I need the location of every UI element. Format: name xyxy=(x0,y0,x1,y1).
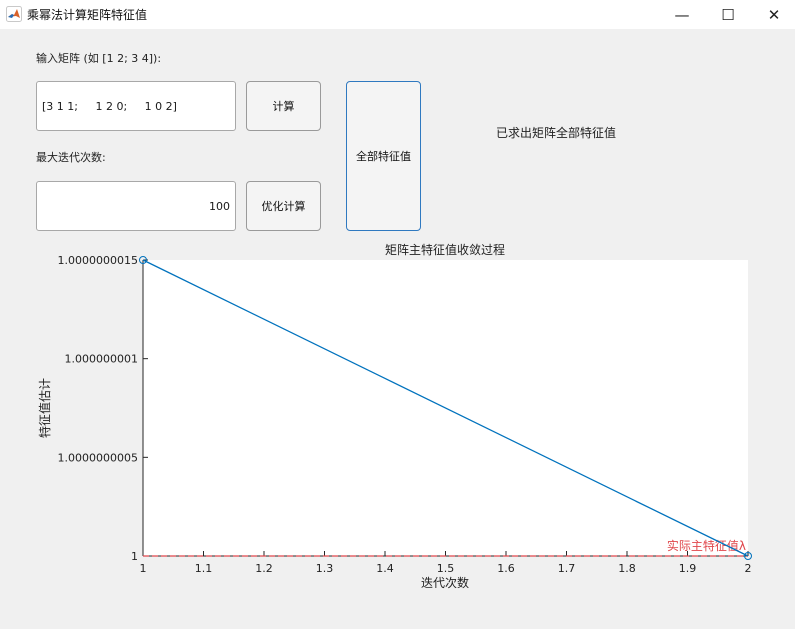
y-tick-label: 1.0000000015 xyxy=(58,254,138,267)
x-tick-label: 1.9 xyxy=(679,562,697,575)
convergence-chart: 矩阵主特征值收敛过程 1 1.1 1.2 1.3 1.4 1.5 1.6 1.7 1.8 1.9 2… xyxy=(37,242,752,590)
x-tick-label: 1.2 xyxy=(255,562,273,575)
x-axis-label: 迭代次数 xyxy=(421,575,469,590)
x-tick-label: 1.8 xyxy=(618,562,636,575)
x-tick-label: 1.4 xyxy=(376,562,394,575)
chart-title: 矩阵主特征值收敛过程 xyxy=(385,242,505,257)
x-tick-label: 2 xyxy=(745,562,752,575)
reference-line-label: 实际主特征值λ xyxy=(667,538,746,553)
y-axis-ticks: 1 1.0000000005 1.000000001 1.0000000015 xyxy=(58,254,148,563)
x-tick-label: 1.7 xyxy=(558,562,576,575)
y-tick-label: 1.000000001 xyxy=(65,353,138,366)
y-tick-label: 1.0000000005 xyxy=(58,451,138,464)
x-tick-label: 1.1 xyxy=(195,562,213,575)
x-tick-label: 1.6 xyxy=(497,562,515,575)
x-tick-label: 1.3 xyxy=(316,562,334,575)
x-tick-label: 1 xyxy=(140,562,147,575)
x-tick-label: 1.5 xyxy=(437,562,455,575)
y-tick-label: 1 xyxy=(131,550,138,563)
y-axis-label: 特征值估计 xyxy=(37,378,52,438)
